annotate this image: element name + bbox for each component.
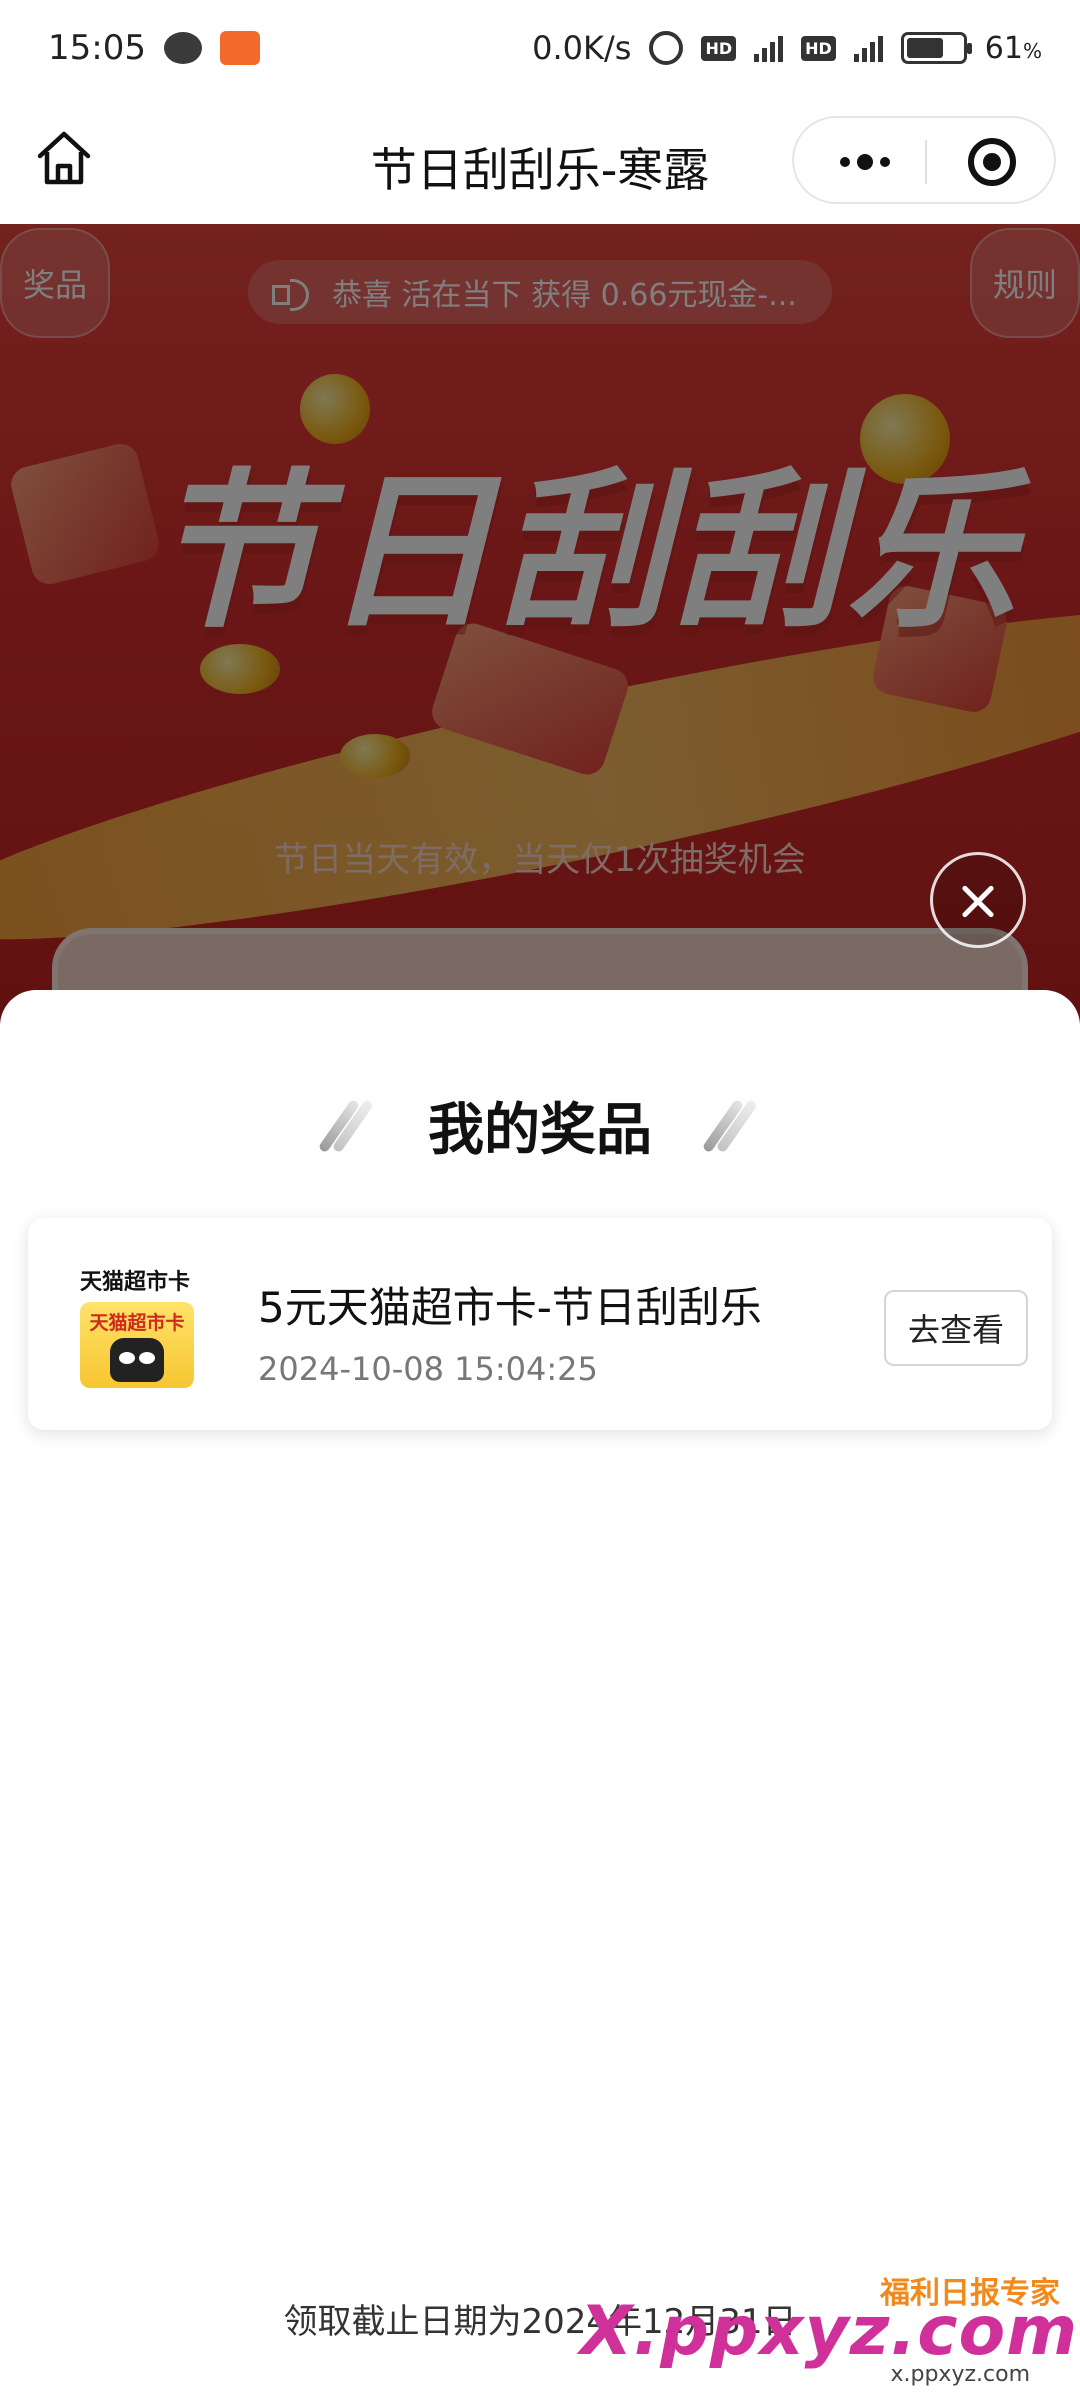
watermark-url: x.ppxyz.com [890,2362,1030,2387]
modal-overlay [0,224,1080,1024]
mini-program-title-bar: 节日刮刮乐-寒露 [0,96,1080,224]
status-bar-left: 15:05 [48,28,260,68]
app-notification-icon [219,31,260,65]
wechat-icon [163,32,202,64]
alarm-icon [649,31,684,65]
close-miniprogram-button[interactable] [968,138,1016,186]
thumbnail-card-text: 天猫超市卡 [89,1312,185,1334]
signal-icon [853,34,883,62]
battery-level [906,38,944,58]
prize-item: 天猫超市卡 天猫超市卡 5元天猫超市卡-节日刮刮乐 2024-10-08 15:… [28,1218,1052,1430]
decor-slash-icon [328,1090,368,1160]
hd-badge: HD [701,35,737,61]
more-button[interactable] [830,118,900,206]
status-bar-right: 0.0K/s HD HD 61% [532,29,1042,67]
mini-program-capsule [792,116,1056,204]
hd-badge: HD [801,35,836,61]
tmall-card-image: 天猫超市卡 [80,1302,194,1388]
prize-name: 5元天猫超市卡-节日刮刮乐 [258,1283,762,1332]
status-bar: 15:05 0.0K/s HD HD 61% [0,0,1080,96]
prize-thumbnail: 天猫超市卡 天猫超市卡 [76,1264,194,1396]
watermark-text: X.ppxyz.com [580,2292,1079,2371]
battery-icon [900,32,972,64]
network-speed: 0.0K/s [532,29,632,67]
sheet-title: 我的奖品 [428,1097,652,1163]
signal-icon [754,34,784,62]
close-sheet-button[interactable] [930,852,1026,948]
thumbnail-label: 天猫超市卡 [79,1270,190,1295]
tmall-cat-icon [110,1338,164,1382]
status-time: 15:05 [48,28,146,68]
my-prizes-sheet: 我的奖品 天猫超市卡 天猫超市卡 5元天猫超市卡-节日刮刮乐 2024-10-0… [0,990,1080,2400]
watermark: 福利日报专家 X.ppxyz.com x.ppxyz.com [580,2268,1077,2387]
view-prize-button[interactable]: 去查看 [884,1290,1028,1366]
capsule-divider [925,140,927,184]
sheet-header: 我的奖品 [0,1090,1080,1163]
decor-slash-icon [712,1090,752,1160]
prize-time: 2024-10-08 15:04:25 [258,1350,598,1388]
battery-percent: 61% [984,30,1042,66]
